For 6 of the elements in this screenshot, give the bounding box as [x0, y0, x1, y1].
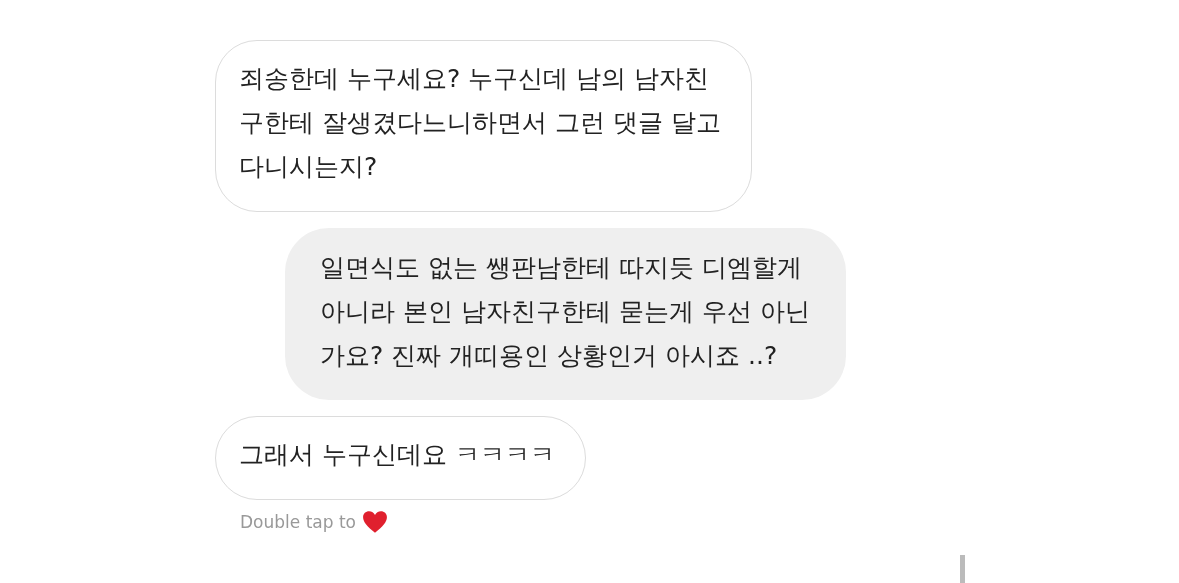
message-bubble: 죄송한데 누구세요? 누구신데 남의 남자친 구한테 잘생겼다느니하면서 그런 댓글 달고 다니시는지? [215, 40, 752, 212]
message-bubble: 그래서 누구신데요 ㅋㅋㅋㅋ [215, 416, 586, 500]
scroll-bar [960, 555, 965, 583]
message-bubble: 일면식도 없는 쌩판남한테 따지듯 디엠할게 아니라 본인 남자친구한테 묻는게 우선 아닌 가요? 진짜 개띠용인 상황인거 아시죠 ..? [285, 228, 846, 400]
heart-icon [362, 510, 388, 534]
double-tap-hint: Double tap to [240, 512, 356, 532]
